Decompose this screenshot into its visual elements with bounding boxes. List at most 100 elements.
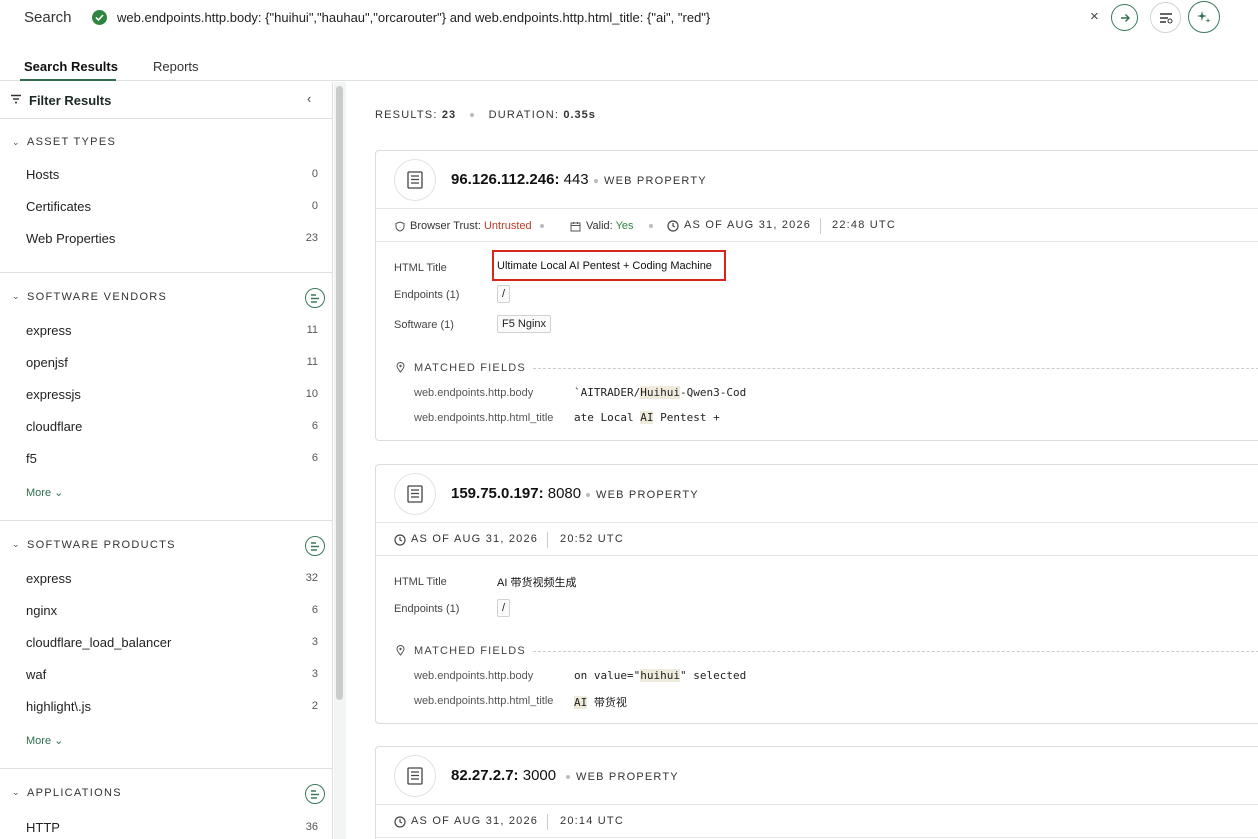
chevron-down-icon[interactable]: ⌄: [12, 291, 20, 302]
result-type: WEB PROPERTY: [596, 489, 699, 501]
result-host[interactable]: 159.75.0.197: 8080: [451, 485, 581, 502]
more-vendors-link[interactable]: More ⌄: [26, 486, 63, 499]
active-tab-indicator: [20, 79, 116, 81]
more-products-link[interactable]: More ⌄: [26, 734, 63, 747]
search-query-text[interactable]: web.endpoints.http.body: {"huihui","hauh…: [117, 10, 710, 25]
matched-field-key: web.endpoints.http.html_title: [414, 412, 554, 424]
list-summary-icon[interactable]: [305, 536, 325, 556]
separator-dot: [470, 113, 475, 118]
html-title-label: HTML Title: [394, 576, 447, 588]
section-heading[interactable]: SOFTWARE VENDORS: [27, 291, 167, 303]
filter-count: 3: [311, 636, 318, 648]
result-port[interactable]: 443: [564, 171, 589, 188]
filter-count: 23: [305, 232, 318, 244]
software-label: Software (1): [394, 319, 454, 331]
result-port[interactable]: 3000: [523, 767, 556, 784]
tab-search-results[interactable]: Search Results: [24, 59, 118, 74]
chevron-down-icon[interactable]: ⌄: [12, 539, 20, 550]
filter-count: 2: [311, 700, 318, 712]
html-title-value: AI 带货视频生成: [497, 577, 577, 589]
filter-item-vendor[interactable]: openjsf: [26, 355, 68, 370]
section-software-products: ⌄ SOFTWARE PRODUCTS express 32 nginx 6 c…: [0, 521, 332, 769]
software-tag[interactable]: F5 Nginx: [497, 315, 552, 333]
filter-header: Filter Results ‹: [0, 82, 332, 119]
clock-icon: [667, 220, 679, 232]
matched-field-snippet: `AITRADER/Huihui-Qwen3-Cod: [574, 386, 747, 399]
filter-item-product[interactable]: waf: [26, 667, 46, 682]
result-ip[interactable]: 96.126.112.246:: [451, 171, 559, 188]
as-of-label: AS OF: [411, 815, 451, 827]
filter-item-product[interactable]: cloudflare_load_balancer: [26, 635, 171, 650]
pin-icon: [396, 645, 405, 656]
matched-divider: [533, 368, 1258, 369]
filter-item-web-properties[interactable]: Web Properties: [26, 231, 115, 246]
result-card[interactable]: 96.126.112.246: 443 WEB PROPERTY Browser…: [375, 150, 1258, 441]
result-port[interactable]: 8080: [548, 485, 581, 502]
filter-item-product[interactable]: express: [26, 571, 72, 586]
web-page-icon: [394, 473, 436, 515]
result-card[interactable]: 82.27.2.7: 3000 WEB PROPERTY AS OF AUG 3…: [375, 746, 1258, 839]
as-of-label: AS OF: [411, 533, 451, 545]
tab-reports[interactable]: Reports: [153, 59, 199, 74]
matched-field-key: web.endpoints.http.html_title: [414, 695, 554, 707]
duration-value: 0.35s: [563, 109, 596, 121]
matched-fields-heading: MATCHED FIELDS: [414, 645, 526, 657]
ai-assist-button[interactable]: [1188, 1, 1220, 33]
trust-status: Untrusted: [483, 220, 532, 232]
as-of-time: 20:52 UTC: [560, 533, 624, 545]
endpoint-tag[interactable]: /: [497, 285, 511, 303]
section-software-vendors: ⌄ SOFTWARE VENDORS express 11 openjsf 11…: [0, 273, 332, 521]
search-label: Search: [24, 9, 72, 26]
result-host[interactable]: 96.126.112.246: 443: [451, 171, 589, 188]
divider: [547, 814, 548, 830]
matched-field-key: web.endpoints.http.body: [414, 387, 534, 399]
run-search-button[interactable]: [1111, 4, 1138, 31]
result-ip[interactable]: 159.75.0.197:: [451, 485, 544, 502]
matched-fields-heading: MATCHED FIELDS: [414, 362, 526, 374]
search-bar: Search web.endpoints.http.body: {"huihui…: [0, 0, 1258, 36]
result-ip[interactable]: 82.27.2.7:: [451, 767, 519, 784]
chevron-down-icon[interactable]: ⌄: [12, 787, 20, 798]
section-heading[interactable]: APPLICATIONS: [27, 787, 122, 799]
filter-count: 6: [311, 420, 318, 432]
list-summary-icon[interactable]: [305, 288, 325, 308]
chevron-down-icon[interactable]: ⌄: [12, 137, 20, 148]
search-input[interactable]: web.endpoints.http.body: {"huihui","hauh…: [84, 2, 1110, 34]
endpoint-tag[interactable]: /: [497, 599, 511, 617]
filter-item-vendor[interactable]: express: [26, 323, 72, 338]
result-meta: AS OF AUG 31, 2026 20:14 UTC: [376, 804, 1258, 838]
endpoints-label: Endpoints (1): [394, 289, 460, 301]
filter-item-vendor[interactable]: expressjs: [26, 387, 81, 402]
separator-dot: [586, 493, 590, 497]
result-card[interactable]: 159.75.0.197: 8080 WEB PROPERTY AS OF AU…: [375, 464, 1258, 724]
result-host[interactable]: 82.27.2.7: 3000: [451, 767, 556, 784]
filter-count: 10: [305, 388, 318, 400]
query-options-button[interactable]: [1150, 2, 1181, 33]
chevron-left-icon[interactable]: ‹: [307, 91, 311, 106]
filter-item-application[interactable]: HTTP: [26, 820, 60, 835]
web-page-icon: [394, 755, 436, 797]
as-of-time: 22:48 UTC: [832, 219, 896, 231]
results-label: RESULTS:: [375, 109, 438, 121]
divider: [547, 532, 548, 548]
list-summary-icon[interactable]: [305, 784, 325, 804]
sidebar-scrollbar-thumb[interactable]: [336, 86, 343, 700]
filter-count: 32: [305, 572, 318, 584]
filter-item-vendor[interactable]: f5: [26, 451, 37, 466]
result-type: WEB PROPERTY: [604, 175, 707, 187]
match-highlight: AI: [574, 696, 588, 709]
filter-item-hosts[interactable]: Hosts: [26, 167, 59, 182]
as-of-label: AS OF: [684, 219, 724, 231]
filter-item-product[interactable]: highlight\.js: [26, 699, 91, 714]
filter-item-certificates[interactable]: Certificates: [26, 199, 91, 214]
section-heading[interactable]: ASSET TYPES: [27, 136, 116, 148]
filter-item-vendor[interactable]: cloudflare: [26, 419, 82, 434]
close-icon[interactable]: ×: [1090, 8, 1099, 25]
section-heading[interactable]: SOFTWARE PRODUCTS: [27, 539, 176, 551]
section-applications: ⌄ APPLICATIONS HTTP 36: [0, 769, 332, 839]
filter-count: 11: [306, 356, 318, 368]
html-title-label: HTML Title: [394, 262, 447, 274]
filter-item-product[interactable]: nginx: [26, 603, 57, 618]
matched-field-snippet: on value="huihui" selected: [574, 669, 747, 682]
as-of-date: AUG 31, 2026: [454, 533, 539, 545]
